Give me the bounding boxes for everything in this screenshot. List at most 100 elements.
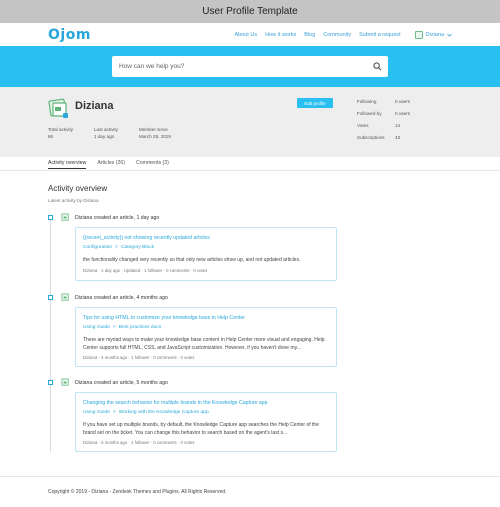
meta-votes: 0 votes: [193, 268, 208, 273]
activity-author[interactable]: Diziana: [75, 215, 92, 221]
profile-tabs: Activity overview Articles (26) Comments…: [48, 158, 169, 170]
footer-copyright: Copyright © 2019 - Diziana - Zendesk The…: [48, 489, 227, 495]
profile-avatar: [48, 98, 68, 118]
stat-value: 14: [395, 123, 401, 128]
activity-entry-header: Diziana created an article, 4 months ago: [75, 295, 168, 301]
breadcrumb-section[interactable]: Working with the Knowledge Capture app: [119, 410, 209, 415]
article-meta: Diziana · 4 months ago · 1 follower · 0 …: [83, 355, 195, 360]
nav-link-about[interactable]: About Us: [234, 32, 257, 38]
breadcrumb-separator: >: [115, 245, 118, 250]
search-input[interactable]: How can we help you?: [112, 56, 388, 77]
tab-comments[interactable]: Comments (3): [136, 158, 169, 170]
stat-total-activity: Total activity 86: [48, 127, 73, 140]
activity-entry-header: Diziana created an article, 1 day ago: [75, 215, 159, 221]
nav-link-blog[interactable]: Blog: [304, 32, 315, 38]
article-title[interactable]: Tips for using HTML to customize your kn…: [83, 315, 245, 321]
stat-label: Member since: [139, 127, 168, 132]
article-meta: Diziana · 5 months ago · 1 follower · 0 …: [83, 440, 195, 445]
stat-subscriptions[interactable]: Subscriptions 43: [357, 135, 457, 140]
meta-author: Diziana: [83, 355, 98, 360]
article-card[interactable]: Tips for using HTML to customize your kn…: [75, 307, 337, 367]
article-excerpt: There are myriad ways to make your knowl…: [83, 337, 325, 351]
article-excerpt: If you have set up multiple brands, by d…: [83, 422, 319, 436]
article-title[interactable]: {{recent_activity}} not showing recently…: [83, 235, 210, 241]
section-title: Activity overview: [48, 184, 108, 193]
meta-author: Diziana: [83, 268, 98, 273]
meta-updated: Updated: [123, 268, 141, 273]
stat-following[interactable]: Following 0 users: [357, 99, 457, 104]
stat-value: 0 users: [395, 99, 411, 104]
article-icon: [48, 215, 53, 220]
chevron-down-icon: [447, 33, 452, 37]
activity-action: created an article, 4 months ago: [93, 295, 168, 301]
meta-date: 4 months ago: [101, 355, 128, 360]
nav-link-community[interactable]: Community: [323, 32, 351, 38]
tabs-divider: [0, 170, 500, 171]
search-icon[interactable]: [373, 62, 382, 71]
stat-value: 0 users: [395, 111, 411, 116]
meta-followers: 1 follower: [131, 440, 150, 445]
article-title[interactable]: Changing the search behavior for multipl…: [83, 400, 268, 406]
section-subtitle: Latest activity by Diziana: [48, 198, 99, 203]
activity-action: created an article, 5 months ago: [93, 380, 168, 386]
activity-author[interactable]: Diziana: [75, 380, 92, 386]
stat-label: Following: [357, 99, 377, 104]
article-breadcrumb: Configuration > Category Block: [83, 245, 154, 250]
meta-comments: 0 comments: [153, 355, 177, 360]
meta-comments: 0 comments: [166, 268, 190, 273]
stat-value: 43: [395, 135, 401, 140]
tab-activity-overview[interactable]: Activity overview: [48, 158, 87, 169]
article-card[interactable]: Changing the search behavior for multipl…: [75, 392, 337, 452]
edit-profile-button[interactable]: Edit profile: [297, 98, 333, 108]
article-breadcrumb: Using Guide > Best practices docs: [83, 325, 161, 330]
stat-value: March 28, 2019: [139, 133, 171, 139]
stat-label: Votes: [357, 123, 369, 128]
nav-link-how-it-works[interactable]: How it works: [265, 32, 296, 38]
stat-value: 1 day ago: [94, 133, 115, 139]
article-icon: [48, 295, 53, 300]
meta-comments: 0 comments: [153, 440, 177, 445]
top-navigation: Ojom About Us How it works Blog Communit…: [0, 23, 500, 46]
user-menu[interactable]: Diziana: [414, 30, 452, 39]
breadcrumb-separator: >: [112, 410, 116, 415]
breadcrumb-category[interactable]: Using Guide: [83, 410, 110, 415]
breadcrumb-section[interactable]: Best practices docs: [119, 325, 161, 330]
article-card[interactable]: {{recent_activity}} not showing recently…: [75, 227, 337, 281]
timeline-line: [50, 220, 51, 452]
stat-votes: Votes 14: [357, 123, 457, 128]
logo-text: Ojom: [48, 27, 91, 43]
footer-divider: [0, 476, 500, 477]
stat-label: Subscriptions: [357, 135, 385, 140]
nav-links: About Us How it works Blog Community Sub…: [234, 23, 452, 46]
author-avatar: [61, 378, 69, 386]
meta-date: 5 months ago: [101, 440, 128, 445]
window-title-bar: User Profile Template: [0, 0, 500, 23]
stat-followed-by[interactable]: Followed by 0 users: [357, 111, 457, 116]
breadcrumb-section[interactable]: Category Block: [121, 245, 154, 250]
activity-action: created an article, 1 day ago: [93, 215, 160, 221]
author-avatar: [61, 213, 69, 221]
meta-author: Diziana: [83, 440, 98, 445]
article-icon: [48, 380, 53, 385]
activity-entry-header: Diziana created an article, 5 months ago: [75, 380, 168, 386]
stat-last-activity: Last activity 1 day ago: [94, 127, 118, 140]
nav-link-submit-request[interactable]: Submit a request: [359, 32, 401, 38]
stat-label: Last activity: [94, 127, 118, 132]
stat-member-since: Member since March 28, 2019: [139, 127, 171, 140]
breadcrumb-category[interactable]: Using Guide: [83, 325, 110, 330]
profile-header: Diziana Edit profile Total activity 86 L…: [0, 87, 500, 157]
search-placeholder: How can we help you?: [119, 63, 185, 70]
breadcrumb-category[interactable]: Configuration: [83, 245, 112, 250]
stat-value: 86: [48, 133, 54, 139]
user-menu-name: Diziana: [425, 31, 444, 38]
brand-logo[interactable]: Ojom: [48, 27, 91, 43]
author-avatar: [61, 293, 69, 301]
meta-votes: 0 votes: [180, 355, 195, 360]
window-title: User Profile Template: [202, 6, 298, 17]
tab-articles[interactable]: Articles (26): [97, 158, 125, 170]
activity-author[interactable]: Diziana: [75, 295, 92, 301]
search-hero: How can we help you?: [0, 46, 500, 87]
meta-followers: 1 follower: [143, 268, 163, 273]
stat-label: Followed by: [357, 111, 382, 116]
profile-name: Diziana: [75, 100, 114, 112]
